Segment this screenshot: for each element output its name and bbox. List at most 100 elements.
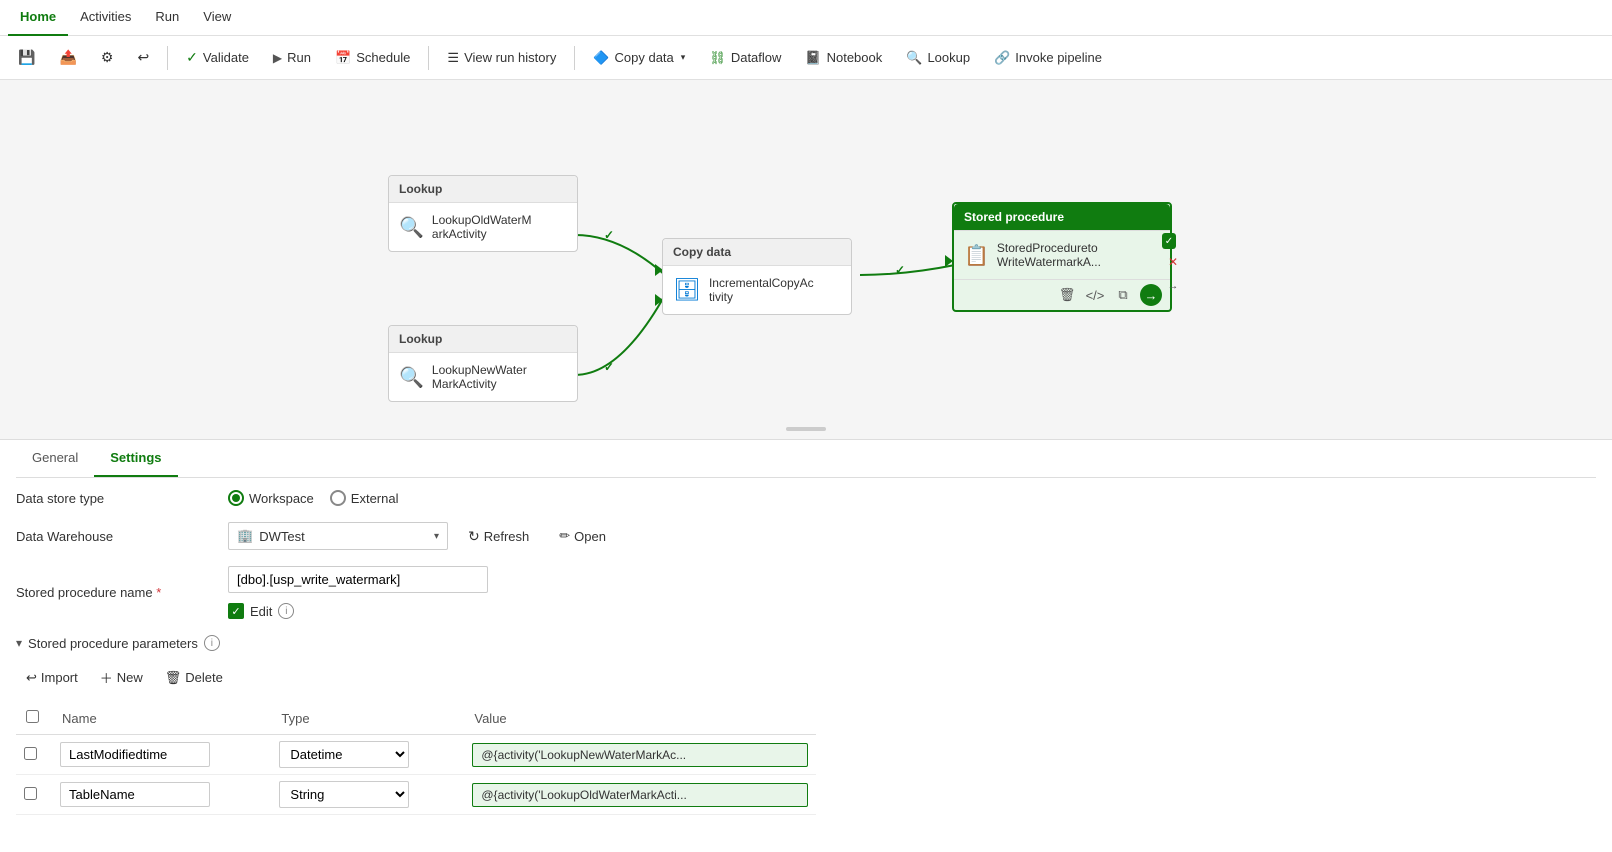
select-all-checkbox[interactable]: [26, 710, 39, 723]
row1-type-cell: Datetime String Int: [271, 735, 464, 775]
radio-external[interactable]: External: [330, 490, 399, 506]
lookup1-node[interactable]: Lookup 🔍 LookupOldWaterMarkActivity: [388, 175, 578, 252]
notebook-button[interactable]: 📓 Notebook: [795, 45, 892, 71]
lookup-toolbar-icon: 🔍: [906, 50, 922, 66]
undo-button[interactable]: ↩: [127, 44, 159, 71]
edit-info-icon[interactable]: i: [278, 603, 294, 619]
col-type-header: Type: [271, 702, 464, 735]
storedproc-copy-btn[interactable]: ⧉: [1112, 284, 1134, 306]
open-button[interactable]: ✏ Open: [549, 523, 616, 549]
copy-data-label: Copy data: [615, 50, 674, 65]
copydata-node[interactable]: Copy data 🗄 IncrementalCopyActivity: [662, 238, 852, 315]
data-warehouse-select[interactable]: 🏢 DWTest ▾: [228, 522, 448, 550]
delete-icon: 🗑: [165, 670, 182, 686]
radio-workspace-circle: [228, 490, 244, 506]
run-label: Run: [287, 50, 311, 65]
storedproc-code-btn[interactable]: </>: [1084, 284, 1106, 306]
param-table: Name Type Value Datetime String Int: [16, 702, 816, 815]
radio-workspace[interactable]: Workspace: [228, 490, 314, 506]
save-button[interactable]: 💾: [8, 44, 45, 71]
edit-checkbox[interactable]: ✓: [228, 603, 244, 619]
lookup1-body: 🔍 LookupOldWaterMarkActivity: [389, 203, 577, 251]
menu-bar: Home Activities Run View: [0, 0, 1612, 36]
col-checkbox: [16, 702, 52, 735]
required-star: *: [156, 585, 161, 600]
stored-proc-name-input[interactable]: [228, 566, 488, 593]
invoke-pipeline-button[interactable]: 🔗 Invoke pipeline: [984, 45, 1112, 71]
row1-type-select[interactable]: Datetime String Int: [279, 741, 409, 768]
settings-tabs: General Settings: [16, 440, 1596, 478]
publish-icon: 📤: [59, 49, 76, 66]
import-button[interactable]: ↩ Import: [16, 665, 88, 691]
lookup1-label: LookupOldWaterMarkActivity: [432, 213, 532, 241]
undo-icon: ↩: [137, 49, 149, 66]
row2-value[interactable]: @{activity('LookupOldWaterMarkActi...: [472, 783, 808, 807]
tab-general[interactable]: General: [16, 440, 94, 477]
menu-run[interactable]: Run: [143, 0, 191, 36]
view-run-history-button[interactable]: ☰ View run history: [437, 45, 566, 71]
menu-view[interactable]: View: [191, 0, 243, 36]
storedproc-delete-btn[interactable]: 🗑: [1056, 284, 1078, 306]
copy-data-icon: 🔷: [593, 50, 609, 66]
stored-proc-name-controls: ✓ Edit i: [228, 566, 488, 619]
refresh-button[interactable]: ↻ Refresh: [458, 523, 539, 550]
run-button[interactable]: ▶ Run: [263, 45, 321, 70]
copydata-header: Copy data: [663, 239, 851, 266]
import-icon: ↩: [26, 670, 37, 686]
tab-settings[interactable]: Settings: [94, 440, 177, 477]
delete-param-button[interactable]: 🗑 Delete: [155, 665, 233, 691]
row1-name-input[interactable]: [60, 742, 210, 767]
settings-button[interactable]: ⚙: [91, 44, 124, 71]
lookup-toolbar-label: Lookup: [927, 50, 970, 65]
open-icon: ✏: [559, 528, 570, 544]
data-store-type-controls: Workspace External: [228, 490, 1596, 506]
radio-external-circle: [330, 490, 346, 506]
pipeline-canvas[interactable]: ✓ ✓ ✓ Lookup 🔍 LookupOldWaterMarkActivit…: [0, 80, 1612, 440]
storedproc-label: StoredProceduretoWriteWatermarkA...: [997, 241, 1101, 269]
notebook-icon: 📓: [805, 50, 821, 66]
storedproc-go-btn[interactable]: →: [1140, 284, 1162, 306]
data-warehouse-row: Data Warehouse 🏢 DWTest ▾ ↻ Refresh ✏ Op…: [16, 522, 1596, 550]
storedproc-body: 📋 StoredProceduretoWriteWatermarkA... ✓ …: [954, 231, 1170, 279]
canvas-collapse-handle[interactable]: [786, 427, 826, 431]
new-param-button[interactable]: ＋ New: [90, 663, 153, 692]
storedproc-node[interactable]: Stored procedure 📋 StoredProceduretoWrit…: [952, 202, 1172, 312]
validate-label: Validate: [203, 50, 249, 65]
check-connector-1: ✓: [604, 228, 614, 242]
dataflow-button[interactable]: ⛓ Dataflow: [699, 45, 791, 71]
validate-icon: ✓: [186, 49, 198, 66]
lookup-toolbar-button[interactable]: 🔍 Lookup: [896, 45, 980, 71]
storedproc-success-btn[interactable]: ✓: [1162, 233, 1176, 249]
row2-name-cell: [52, 775, 271, 815]
menu-home[interactable]: Home: [8, 0, 68, 36]
params-info-icon[interactable]: i: [204, 635, 220, 651]
copydata-icon: 🗄: [673, 277, 701, 303]
stored-proc-name-row: Stored procedure name * ✓ Edit i: [16, 566, 1596, 619]
row2-checkbox[interactable]: [24, 787, 37, 800]
storedproc-fail-btn[interactable]: ✕: [1162, 251, 1184, 273]
check-connector-2: ✓: [604, 360, 614, 374]
lookup2-node[interactable]: Lookup 🔍 LookupNewWaterMarkActivity: [388, 325, 578, 402]
validate-button[interactable]: ✓ Validate: [176, 44, 259, 71]
separator-1: [167, 46, 168, 70]
table-row: String Datetime Int @{activity('LookupOl…: [16, 775, 816, 815]
settings-icon: ⚙: [101, 49, 114, 66]
row1-checkbox[interactable]: [24, 747, 37, 760]
new-param-label: New: [117, 670, 143, 685]
menu-activities[interactable]: Activities: [68, 0, 143, 36]
publish-button[interactable]: 📤: [49, 44, 86, 71]
row1-name-cell: [52, 735, 271, 775]
notebook-label: Notebook: [827, 50, 883, 65]
row2-type-select[interactable]: String Datetime Int: [279, 781, 409, 808]
copy-data-button[interactable]: 🔷 Copy data ▾: [583, 45, 695, 71]
chevron-down-icon: ▾: [434, 531, 439, 542]
storedproc-arrow-btn[interactable]: →: [1162, 275, 1184, 297]
schedule-button[interactable]: 📅 Schedule: [325, 45, 420, 71]
data-warehouse-controls: 🏢 DWTest ▾ ↻ Refresh ✏ Open: [228, 522, 1596, 550]
collapse-icon[interactable]: ▾: [16, 636, 22, 650]
storedproc-actions: 🗑 </> ⧉ →: [954, 279, 1170, 310]
row2-name-input[interactable]: [60, 782, 210, 807]
stored-proc-params-section: ▾ Stored procedure parameters i: [16, 635, 1596, 651]
row1-value[interactable]: @{activity('LookupNewWaterMarkAc...: [472, 743, 808, 767]
stored-proc-name-label-text: Stored procedure name: [16, 585, 153, 600]
